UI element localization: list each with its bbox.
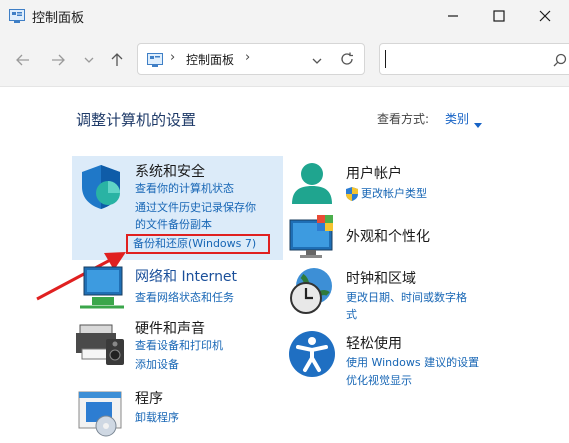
- uac-shield-icon: [346, 186, 358, 205]
- link-change-date-time[interactable]: 更改日期、时间或数字格: [346, 289, 467, 306]
- link-change-account-type[interactable]: 更改帐户类型: [361, 185, 427, 202]
- category-clock-region[interactable]: 时钟和区域: [346, 268, 416, 288]
- back-arrow-icon: [16, 54, 29, 66]
- chevron-down-icon: [84, 57, 94, 63]
- link-add-device[interactable]: 添加设备: [135, 356, 179, 373]
- window-title: 控制面板: [32, 11, 85, 26]
- close-button[interactable]: [522, 0, 568, 32]
- minimize-button[interactable]: [430, 0, 476, 32]
- view-by-dropdown[interactable]: 类别: [445, 110, 469, 127]
- clock-globe-icon[interactable]: [288, 266, 336, 320]
- forward-arrow-icon: [52, 54, 65, 66]
- link-uninstall-program[interactable]: 卸载程序: [135, 409, 179, 426]
- link-file-history-cont[interactable]: 的文件备份副本: [135, 216, 212, 233]
- close-icon: [539, 10, 551, 22]
- printer-speaker-icon[interactable]: [76, 319, 126, 371]
- shield-icon[interactable]: [78, 163, 124, 215]
- category-user-accounts[interactable]: 用户帐户: [346, 163, 402, 183]
- network-icon[interactable]: [78, 263, 126, 313]
- breadcrumb-separator: ›: [170, 50, 176, 65]
- breadcrumb-control-panel[interactable]: 控制面板: [186, 51, 234, 68]
- text-caret: [385, 50, 386, 68]
- caret-down-icon[interactable]: [474, 114, 482, 133]
- link-view-computer-status[interactable]: 查看你的计算机状态: [135, 180, 234, 197]
- control-panel-icon: [9, 8, 25, 23]
- refresh-icon: [341, 52, 353, 65]
- up-button[interactable]: [106, 49, 128, 71]
- programs-icon[interactable]: [78, 388, 126, 442]
- link-optimize-visual[interactable]: 优化视觉显示: [346, 372, 412, 389]
- annotation-highlight-box: [126, 234, 270, 254]
- link-recommended-settings[interactable]: 使用 Windows 建议的设置: [346, 354, 479, 371]
- category-system-security[interactable]: 系统和安全: [135, 161, 205, 181]
- search-icon[interactable]: [553, 52, 567, 71]
- link-network-status[interactable]: 查看网络状态和任务: [135, 289, 234, 306]
- up-arrow-icon: [111, 53, 123, 66]
- maximize-button[interactable]: [476, 0, 522, 32]
- address-control-panel-icon: [147, 52, 163, 71]
- category-appearance[interactable]: 外观和个性化: [346, 226, 430, 246]
- search-input[interactable]: [379, 43, 569, 75]
- breadcrumb-separator-end[interactable]: ›: [245, 50, 250, 65]
- recent-locations-button[interactable]: [78, 49, 100, 71]
- link-file-history[interactable]: 通过文件历史记录保存你: [135, 199, 256, 216]
- minimize-icon: [448, 15, 458, 17]
- user-icon[interactable]: [290, 160, 334, 210]
- address-dropdown-button[interactable]: [312, 50, 322, 69]
- category-network[interactable]: 网络和 Internet: [135, 266, 237, 286]
- maximize-icon: [493, 10, 505, 22]
- back-button[interactable]: [12, 49, 34, 71]
- page-title: 调整计算机的设置: [76, 111, 197, 129]
- chevron-down-icon: [312, 58, 322, 64]
- refresh-button[interactable]: [340, 51, 354, 70]
- link-devices-printers[interactable]: 查看设备和打印机: [135, 337, 223, 354]
- category-programs[interactable]: 程序: [135, 388, 163, 408]
- forward-button[interactable]: [47, 49, 69, 71]
- category-hardware-sound[interactable]: 硬件和声音: [135, 318, 205, 338]
- link-change-date-time-cont[interactable]: 式: [346, 306, 357, 323]
- monitor-personalization-icon[interactable]: [289, 214, 335, 264]
- view-by-label: 查看方式:: [377, 112, 430, 126]
- accessibility-icon[interactable]: [288, 330, 336, 382]
- category-ease-of-access[interactable]: 轻松使用: [346, 333, 402, 353]
